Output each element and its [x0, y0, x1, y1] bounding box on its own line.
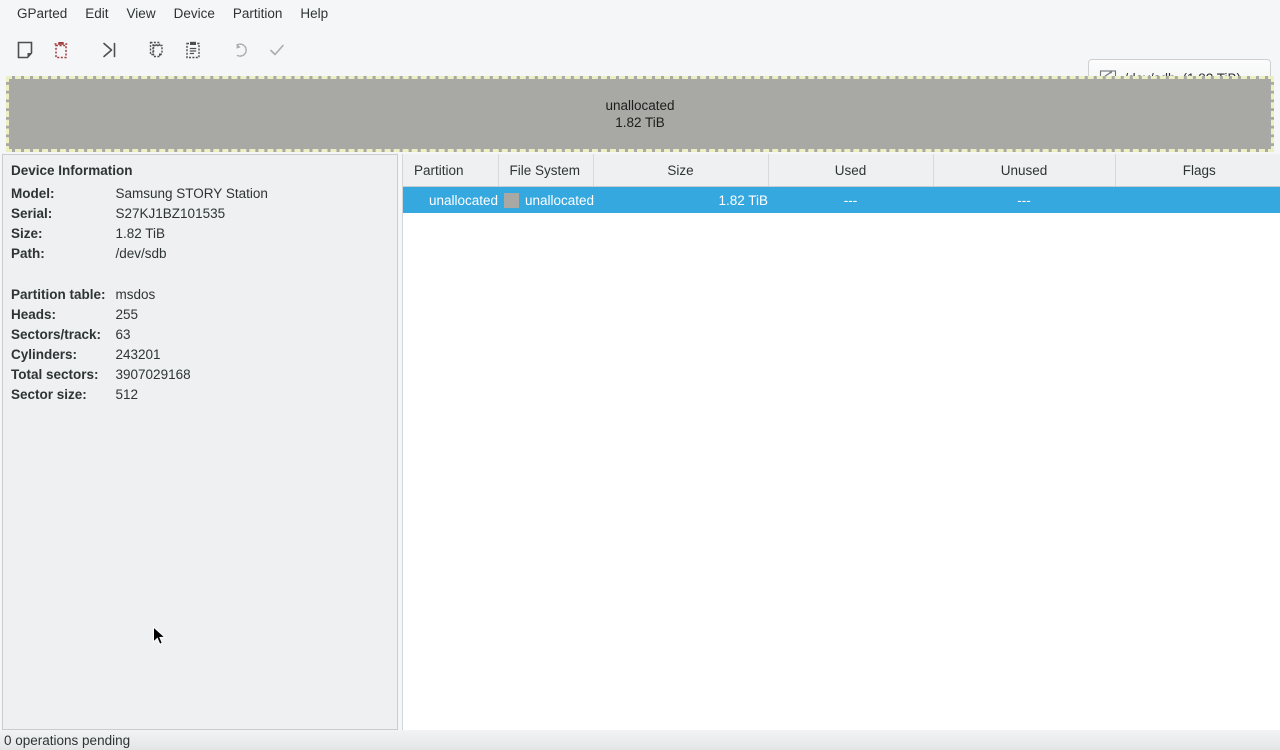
disk-partition-name: unallocated — [605, 98, 675, 113]
cell-file-system: unallocated — [498, 186, 595, 213]
file-system-color-swatch — [504, 192, 519, 208]
info-row-model: Model: Samsung STORY Station — [11, 185, 268, 205]
copy-button[interactable] — [140, 33, 174, 67]
disk-partition-size: 1.82 TiB — [615, 115, 665, 130]
undo-icon — [236, 43, 247, 57]
info-key-heads: Heads: — [11, 307, 57, 322]
file-system-label: unallocated — [525, 192, 595, 208]
partition-table: Partition File System Size Used Unused F… — [403, 154, 1280, 213]
column-header-partition[interactable]: Partition — [403, 154, 499, 187]
info-row-serial: Serial: S27KJ1BZ101535 — [11, 205, 268, 225]
disk-partition-unallocated[interactable]: unallocated 1.82 TiB — [6, 76, 1274, 152]
menu-help[interactable]: Help — [291, 2, 337, 26]
info-value-model: Samsung STORY Station — [115, 186, 268, 201]
copy-icon — [149, 41, 163, 58]
column-header-size[interactable]: Size — [593, 154, 769, 187]
new-partition-icon — [17, 41, 33, 59]
device-information-table: Model: Samsung STORY Station Serial: S27… — [11, 185, 268, 406]
info-row-sector-size: Sector size: 512 — [11, 386, 268, 406]
info-value-path: /dev/sdb — [115, 246, 167, 261]
info-value-serial: S27KJ1BZ101535 — [115, 206, 226, 221]
info-row-size: Size: 1.82 TiB — [11, 225, 268, 245]
apply-check-icon — [270, 44, 284, 56]
info-key-sectors-track: Sectors/track: — [11, 327, 102, 342]
file-system-cell-inner: unallocated — [498, 192, 595, 208]
info-row-path: Path: /dev/sdb — [11, 245, 268, 265]
column-header-flags[interactable]: Flags — [1115, 154, 1280, 187]
menu-bar: GParted Edit View Device Partition Help — [0, 0, 1280, 28]
info-row-cylinders: Cylinders: 243201 — [11, 346, 268, 366]
new-partition-button[interactable] — [8, 33, 42, 67]
cell-flags — [1115, 186, 1280, 213]
info-key-path: Path: — [11, 246, 45, 261]
resize-move-icon — [103, 42, 116, 58]
info-key-size: Size: — [11, 226, 43, 241]
paste-button[interactable] — [176, 33, 210, 67]
info-key-partition-table: Partition table: — [11, 287, 106, 302]
info-value-cylinders: 243201 — [115, 347, 161, 362]
device-information-panel: Device Information Model: Samsung STORY … — [2, 154, 398, 730]
menu-view[interactable]: View — [118, 2, 165, 26]
device-information-title: Device Information — [11, 163, 133, 178]
partition-table-header-row: Partition File System Size Used Unused F… — [403, 154, 1280, 187]
info-value-sector-size: 512 — [115, 387, 139, 402]
info-key-sector-size: Sector size: — [11, 387, 87, 402]
info-key-cylinders: Cylinders: — [11, 347, 78, 362]
info-key-total-sectors: Total sectors: — [11, 367, 99, 382]
status-bar-text: 0 operations pending — [4, 732, 131, 748]
column-header-unused[interactable]: Unused — [933, 154, 1116, 187]
menu-partition[interactable]: Partition — [224, 2, 292, 26]
status-bar: 0 operations pending — [0, 730, 1280, 750]
disk-graphic: unallocated 1.82 TiB — [6, 76, 1274, 152]
apply-button[interactable] — [260, 33, 294, 67]
info-value-size: 1.82 TiB — [115, 226, 166, 241]
delete-partition-icon — [54, 41, 68, 59]
cell-used: --- — [768, 186, 933, 213]
info-value-heads: 255 — [115, 307, 139, 322]
cell-unused: --- — [933, 186, 1115, 213]
info-key-serial: Serial: — [11, 206, 53, 221]
info-spacer — [11, 265, 268, 286]
menu-edit[interactable]: Edit — [76, 2, 117, 26]
menu-gparted[interactable]: GParted — [8, 2, 76, 26]
info-value-sectors-track: 63 — [115, 327, 131, 342]
info-value-total-sectors: 3907029168 — [115, 367, 191, 382]
info-row-total-sectors: Total sectors: 3907029168 — [11, 366, 268, 386]
info-value-partition-table: msdos — [115, 287, 156, 302]
info-row-heads: Heads: 255 — [11, 306, 268, 326]
paste-icon — [186, 41, 200, 59]
info-key-model: Model: — [11, 186, 55, 201]
resize-move-button[interactable] — [92, 33, 126, 67]
undo-button[interactable] — [224, 33, 258, 67]
delete-partition-button[interactable] — [44, 33, 78, 67]
info-row-sectors-track: Sectors/track: 63 — [11, 326, 268, 346]
info-spacer-row — [11, 265, 268, 286]
partition-list-panel: Partition File System Size Used Unused F… — [402, 154, 1280, 730]
table-row[interactable]: unallocated unallocated 1.82 TiB --- --- — [403, 186, 1280, 213]
toolbar: /dev/sdb (1.82 TiB) — [0, 28, 1280, 97]
column-header-file-system[interactable]: File System — [498, 154, 594, 187]
cell-size: 1.82 TiB — [593, 186, 768, 213]
cell-partition: unallocated — [403, 186, 498, 213]
menu-device[interactable]: Device — [165, 2, 224, 26]
main-content: Device Information Model: Samsung STORY … — [0, 154, 1280, 730]
info-row-partition-table: Partition table: msdos — [11, 286, 268, 306]
column-header-used[interactable]: Used — [768, 154, 934, 187]
